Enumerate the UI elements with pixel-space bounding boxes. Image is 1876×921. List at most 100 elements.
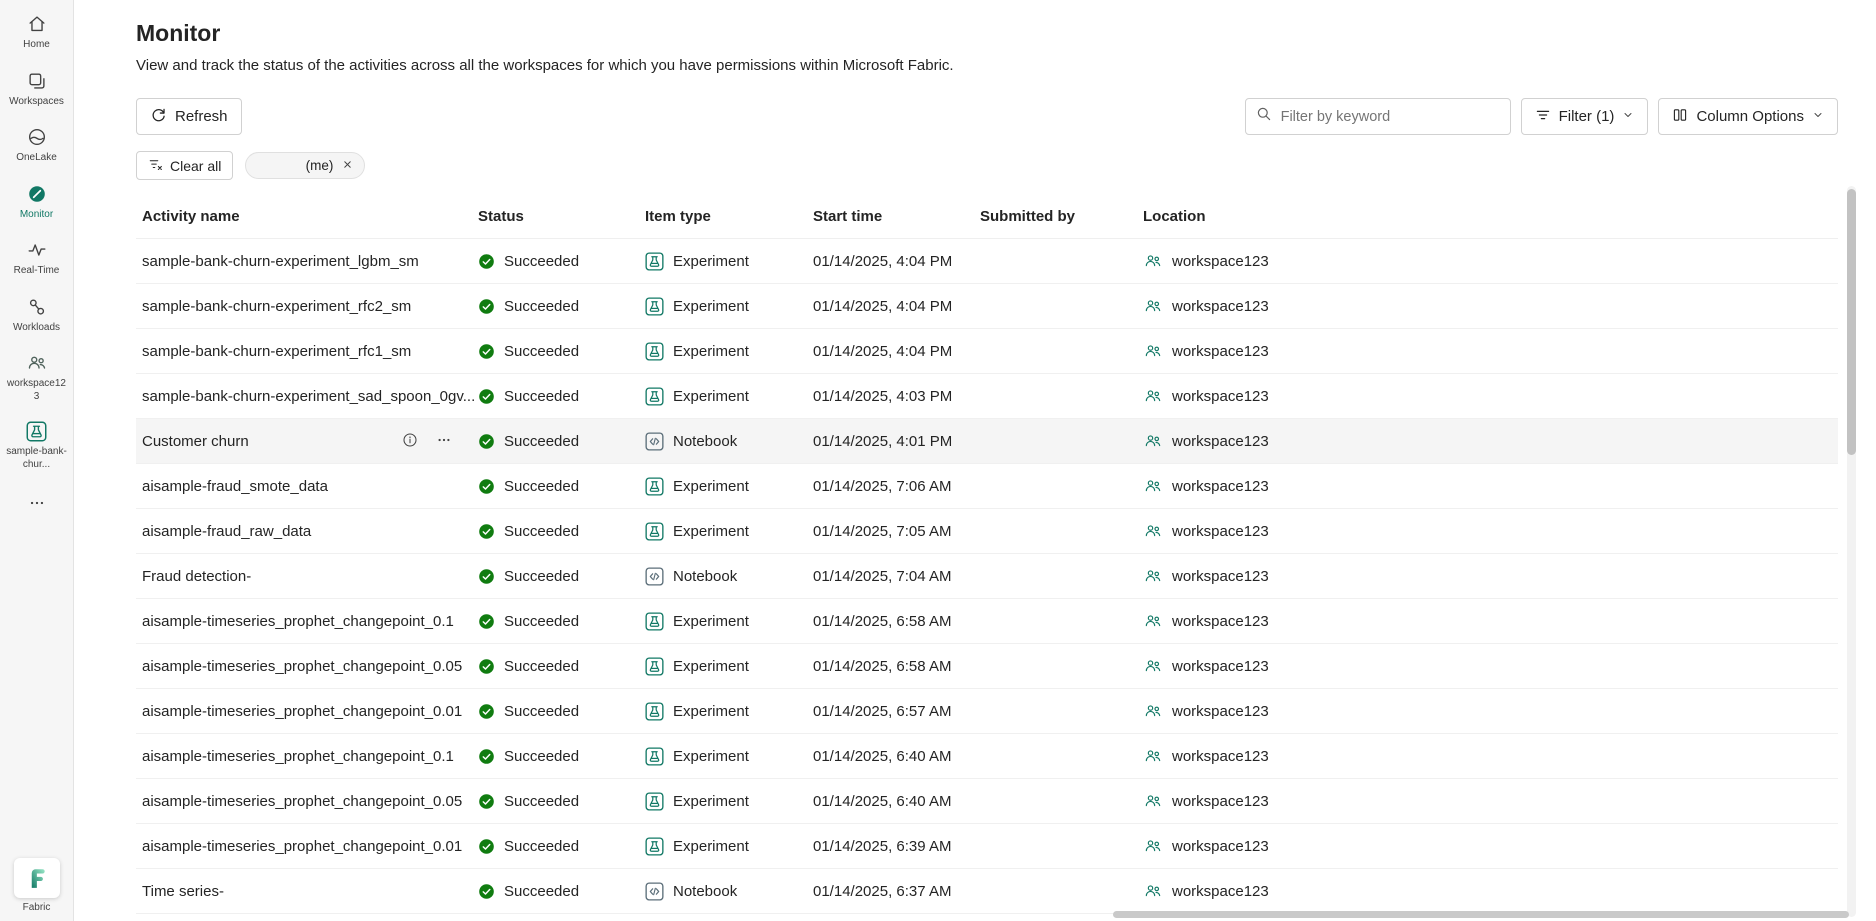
table-header: Activity name Status Item type Start tim… — [136, 198, 1838, 239]
table-row[interactable]: aisample-timeseries_prophet_changepoint_… — [136, 824, 1838, 869]
location-label: workspace123 — [1172, 297, 1269, 315]
table-row[interactable]: aisample-fraud_raw_data Succeeded Experi… — [136, 509, 1838, 554]
sidebar-item-label: Workspaces — [9, 95, 64, 107]
experiment-icon — [645, 296, 664, 316]
keyword-filter-search[interactable] — [1244, 98, 1511, 135]
succeeded-icon — [478, 523, 495, 540]
column-header-submitted-by[interactable]: Submitted by — [980, 198, 1143, 238]
filter-icon — [1535, 107, 1551, 127]
fabric-logo[interactable] — [13, 858, 60, 898]
activity-name: Customer churn — [142, 432, 249, 450]
item-type-label: Experiment — [673, 522, 749, 540]
item-type-label: Experiment — [673, 657, 749, 675]
sidebar-item-home[interactable]: Home — [0, 4, 73, 61]
table-row[interactable]: aisample-timeseries_prophet_changepoint_… — [136, 689, 1838, 734]
location-cell: workspace123 — [1143, 701, 1838, 721]
remove-filter-button[interactable] — [340, 156, 355, 175]
item-type-label: Experiment — [673, 477, 749, 495]
page-subtitle: View and track the status of the activit… — [136, 57, 954, 74]
sidebar-item-label: OneLake — [16, 152, 57, 163]
column-options-button[interactable]: Column Options — [1658, 98, 1838, 135]
column-header-activity-name[interactable]: Activity name — [136, 198, 478, 238]
status-label: Succeeded — [504, 837, 580, 855]
search-input[interactable] — [1278, 107, 1500, 126]
column-header-item-type[interactable]: Item type — [645, 198, 813, 238]
more-icon — [28, 494, 46, 517]
status-cell: Succeeded — [478, 388, 645, 405]
table-row[interactable]: Fraud detection- Succeeded Notebook 01/1… — [136, 554, 1838, 599]
location-label: workspace123 — [1172, 432, 1269, 450]
activity-name: sample-bank-churn-experiment_rfc1_sm — [142, 342, 412, 360]
column-header-start-time[interactable]: Start time — [813, 198, 980, 238]
sidebar-more-button[interactable] — [0, 480, 73, 531]
row-info-button[interactable] — [402, 432, 418, 451]
start-time: 01/14/2025, 6:58 AM — [813, 612, 952, 630]
workspace-people-icon — [1143, 521, 1163, 541]
start-time: 01/14/2025, 4:04 PM — [813, 342, 953, 360]
activity-name-cell: sample-bank-churn-experiment_rfc1_sm — [136, 343, 478, 360]
sidebar: Home Workspaces OneLake Monitor Real-Tim — [0, 0, 74, 921]
home-icon — [26, 13, 48, 35]
start-time: 01/14/2025, 7:04 AM — [813, 567, 952, 585]
item-type-cell: Experiment — [645, 746, 813, 766]
item-type-label: Notebook — [673, 432, 738, 450]
item-type-label: Notebook — [673, 882, 738, 900]
start-time: 01/14/2025, 6:39 AM — [813, 837, 952, 855]
table-row[interactable]: aisample-timeseries_prophet_changepoint_… — [136, 644, 1838, 689]
item-type-label: Experiment — [673, 612, 749, 630]
sidebar-item-monitor[interactable]: Monitor — [0, 174, 73, 231]
table-row[interactable]: aisample-timeseries_prophet_changepoint_… — [136, 779, 1838, 824]
table-row[interactable]: sample-bank-churn-experiment_rfc1_sm Suc… — [136, 329, 1838, 374]
search-icon — [1256, 106, 1272, 127]
item-type-label: Notebook — [673, 567, 738, 585]
experiment-icon — [645, 386, 664, 406]
item-type-label: Experiment — [673, 702, 749, 720]
horizontal-scrollbar-thumb[interactable] — [1113, 911, 1849, 918]
table-row[interactable]: sample-bank-churn-experiment_rfc2_sm Suc… — [136, 284, 1838, 329]
sidebar-item-onelake[interactable]: OneLake — [0, 117, 73, 174]
sidebar-item-sample-bank-churn[interactable]: sample-bank-chur... — [0, 412, 73, 480]
activity-name-cell: aisample-fraud_smote_data — [136, 478, 478, 495]
column-header-status[interactable]: Status — [478, 198, 645, 238]
vertical-scrollbar-thumb[interactable] — [1847, 189, 1856, 455]
activity-name-cell: sample-bank-churn-experiment_sad_spoon_0… — [136, 388, 478, 405]
vertical-scrollbar[interactable] — [1847, 186, 1856, 917]
column-header-location[interactable]: Location — [1143, 198, 1838, 238]
item-type-label: Experiment — [673, 837, 749, 855]
location-label: workspace123 — [1172, 882, 1269, 900]
activity-name: Fraud detection- — [142, 567, 252, 585]
more-icon — [436, 432, 452, 451]
notebook-icon — [645, 566, 664, 586]
table-row[interactable]: Customer churn Succeeded Notebook 01/14/… — [136, 419, 1838, 464]
experiment-icon — [645, 476, 664, 496]
sidebar-item-workloads[interactable]: Workloads — [0, 287, 73, 344]
start-time: 01/14/2025, 6:57 AM — [813, 702, 952, 720]
sidebar-item-label: sample-bank-chur... — [6, 446, 67, 470]
sidebar-item-real-time[interactable]: Real-Time — [0, 230, 73, 287]
table-row[interactable]: aisample-fraud_smote_data Succeeded Expe… — [136, 464, 1838, 509]
refresh-button[interactable]: Refresh — [136, 98, 242, 135]
activity-name: Time series- — [142, 882, 224, 900]
table-row[interactable]: aisample-timeseries_prophet_changepoint_… — [136, 599, 1838, 644]
sidebar-item-workspaces[interactable]: Workspaces — [0, 61, 73, 118]
workspace-people-icon — [1143, 611, 1163, 631]
table-row[interactable]: aisample-timeseries_prophet_changepoint_… — [136, 734, 1838, 779]
item-type-cell: Experiment — [645, 341, 813, 361]
table-row[interactable]: sample-bank-churn-experiment_sad_spoon_0… — [136, 374, 1838, 419]
status-label: Succeeded — [504, 792, 580, 810]
filter-chip-submitted-by-me[interactable]: (me) — [245, 152, 366, 179]
location-label: workspace123 — [1172, 477, 1269, 495]
succeeded-icon — [478, 253, 495, 270]
table-row[interactable]: sample-bank-churn-experiment_lgbm_sm Suc… — [136, 239, 1838, 284]
filter-dropdown-button[interactable]: Filter (1) — [1520, 98, 1649, 135]
location-cell: workspace123 — [1143, 431, 1838, 451]
succeeded-icon — [478, 298, 495, 315]
workspaces-icon — [26, 70, 48, 92]
item-type-cell: Experiment — [645, 611, 813, 631]
activity-name: aisample-timeseries_prophet_changepoint_… — [142, 747, 454, 765]
table-row[interactable]: Time series- Succeeded Notebook 01/14/20… — [136, 869, 1838, 914]
clear-all-filters-button[interactable]: Clear all — [136, 151, 234, 180]
row-more-button[interactable] — [436, 432, 452, 451]
location-label: workspace123 — [1172, 702, 1269, 720]
sidebar-item-workspace123[interactable]: workspace123 — [0, 343, 73, 412]
